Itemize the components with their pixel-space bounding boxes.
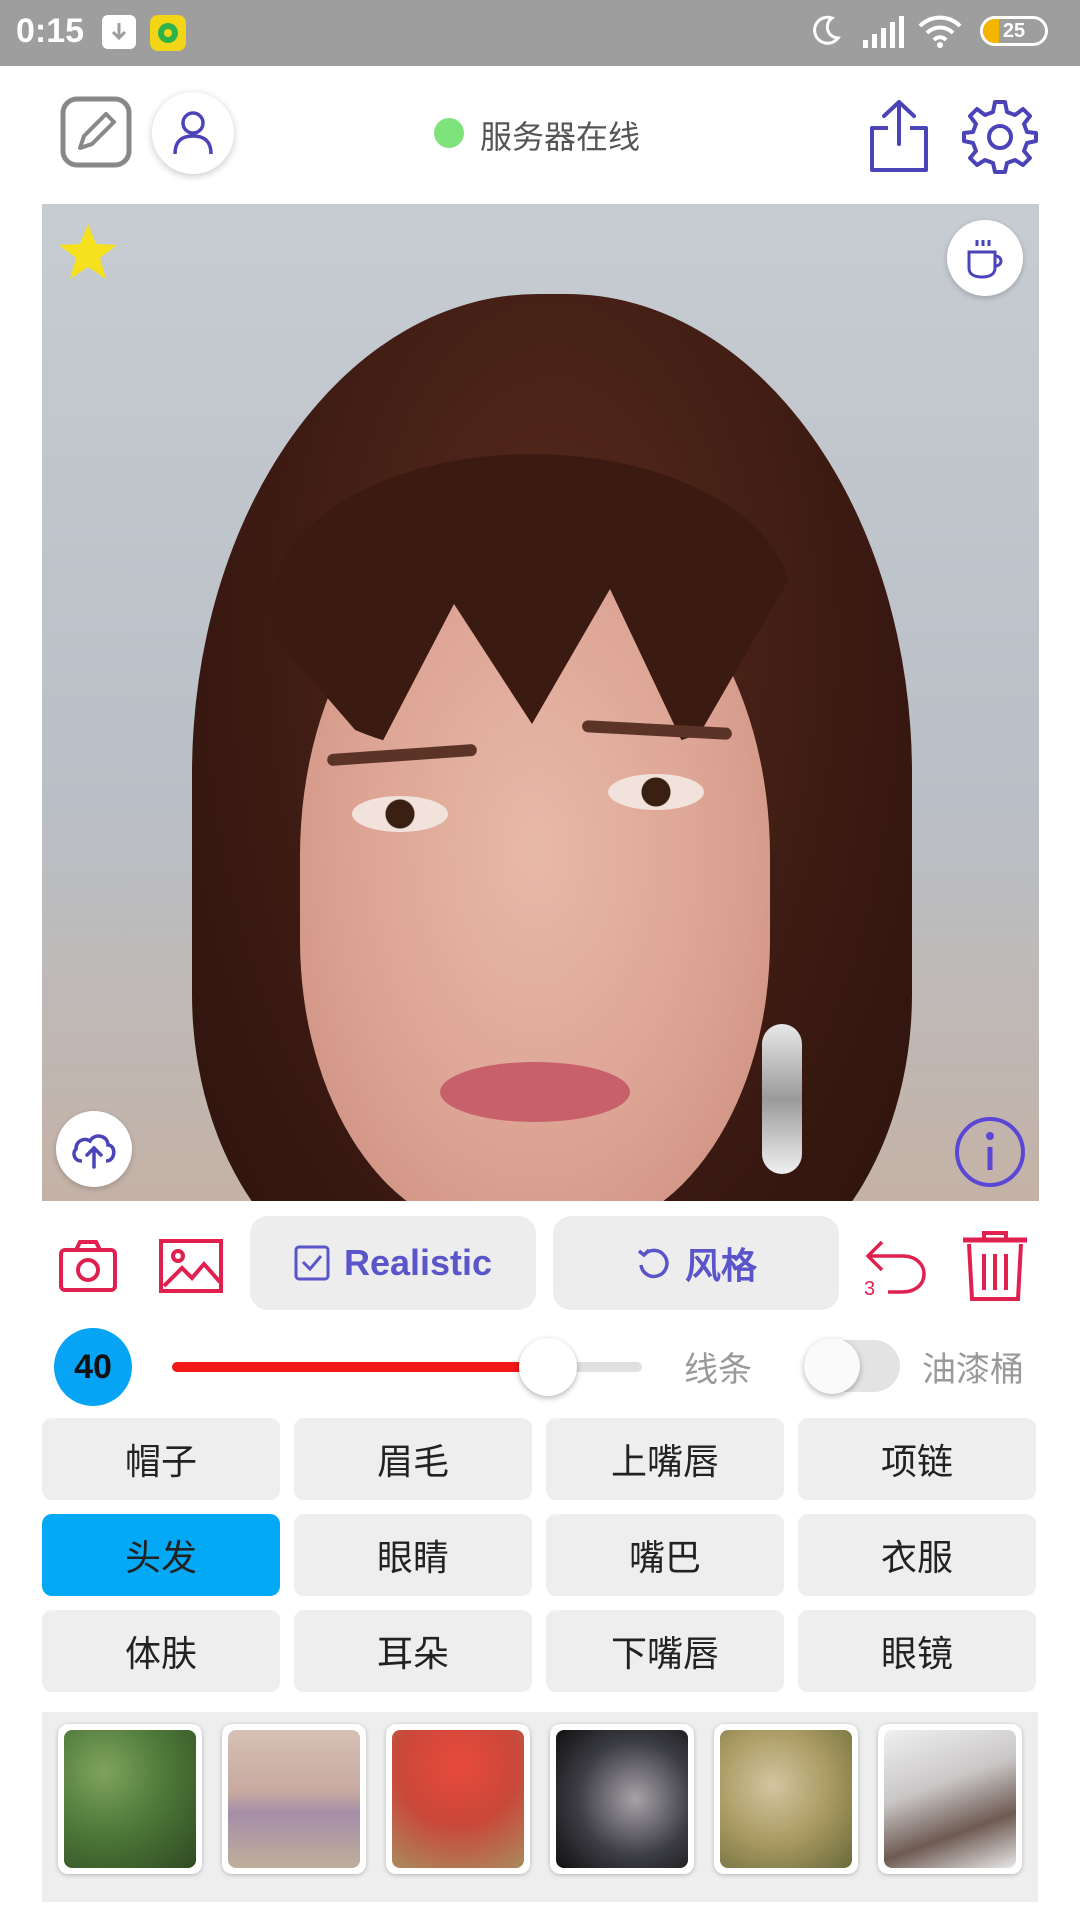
status-bar: 0:15 25 [0,0,1080,66]
category-glasses[interactable]: 眼镜 [798,1610,1036,1692]
undo-count: 3 [864,1278,876,1300]
texture-strip [42,1712,1038,1902]
image-icon[interactable] [158,1238,224,1294]
user-button[interactable] [152,92,234,174]
battery-icon: 25 [980,16,1048,46]
paint-bucket-label: 油漆桶 [922,1350,1024,1390]
texture-thumbnail[interactable] [58,1724,202,1874]
upload-button[interactable] [56,1111,132,1187]
texture-thumbnail[interactable] [386,1724,530,1874]
top-toolbar: 服务器在线 [0,66,1080,204]
server-status-text: 服务器在线 [480,118,641,156]
texture-swatch [64,1730,196,1868]
category-mouth[interactable]: 嘴巴 [546,1514,784,1596]
category-upper-lip[interactable]: 上嘴唇 [546,1418,784,1500]
download-icon [102,15,136,49]
category-eyebrows[interactable]: 眉毛 [294,1418,532,1500]
texture-swatch [228,1730,360,1868]
portrait-fringe [272,454,792,754]
portrait-canvas[interactable] [42,204,1039,1201]
texture-swatch [392,1730,524,1868]
style-label: 风格 [684,1246,757,1287]
signal-icon [863,16,904,48]
brush-row: 40 线条 油漆桶 [0,1320,1080,1414]
upload-cloud-icon [72,1134,116,1169]
category-grid: 帽子 眉毛 上嘴唇 项链 头发 眼睛 嘴巴 衣服 体肤 耳朵 下嘴唇 眼镜 [42,1418,1038,1692]
category-eyes[interactable]: 眼睛 [294,1514,532,1596]
category-necklace[interactable]: 项链 [798,1418,1036,1500]
portrait-eye-right [608,774,704,810]
brush-size-badge: 40 [54,1328,132,1406]
texture-swatch [556,1730,688,1868]
trash-icon[interactable] [960,1230,1030,1302]
battery-level: 25 [1002,20,1026,42]
line-mode-label: 线条 [684,1350,752,1390]
music-app-icon [150,15,186,51]
category-hat[interactable]: 帽子 [42,1418,280,1500]
texture-thumbnail[interactable] [550,1724,694,1874]
user-icon [173,111,213,155]
texture-swatch [884,1730,1016,1868]
camera-icon[interactable] [58,1238,118,1294]
refresh-icon [637,1248,669,1279]
style-button[interactable]: 风格 [553,1216,839,1310]
category-lower-lip[interactable]: 下嘴唇 [546,1610,784,1692]
slider-fill [172,1362,548,1372]
slider-thumb[interactable] [519,1338,577,1396]
moon-icon [813,15,841,45]
category-clothes[interactable]: 衣服 [798,1514,1036,1596]
texture-thumbnail[interactable] [878,1724,1022,1874]
edit-icon[interactable] [60,96,132,168]
coffee-button[interactable] [947,220,1023,296]
star-icon[interactable] [56,220,120,284]
paint-bucket-toggle[interactable] [804,1338,900,1394]
checkbox-icon [294,1245,330,1281]
portrait-eye-left [352,796,448,832]
texture-swatch [720,1730,852,1868]
status-time: 0:15 [16,12,85,50]
wifi-icon [918,15,962,48]
share-icon[interactable] [866,98,932,178]
texture-thumbnail[interactable] [222,1724,366,1874]
gear-icon[interactable] [962,98,1038,178]
texture-thumbnail[interactable] [714,1724,858,1874]
portrait-mouth [440,1062,630,1122]
action-row: Realistic 风格 3 [0,1214,1080,1314]
realistic-label: Realistic [343,1242,493,1283]
category-skin[interactable]: 体肤 [42,1610,280,1692]
category-hair[interactable]: 头发 [42,1514,280,1596]
portrait-earring [762,1024,802,1174]
info-icon[interactable] [953,1115,1027,1189]
coffee-icon [967,240,1003,279]
toggle-knob [804,1338,860,1394]
server-status-dot [434,118,464,148]
category-ears[interactable]: 耳朵 [294,1610,532,1692]
realistic-style-button[interactable]: Realistic [250,1216,536,1310]
